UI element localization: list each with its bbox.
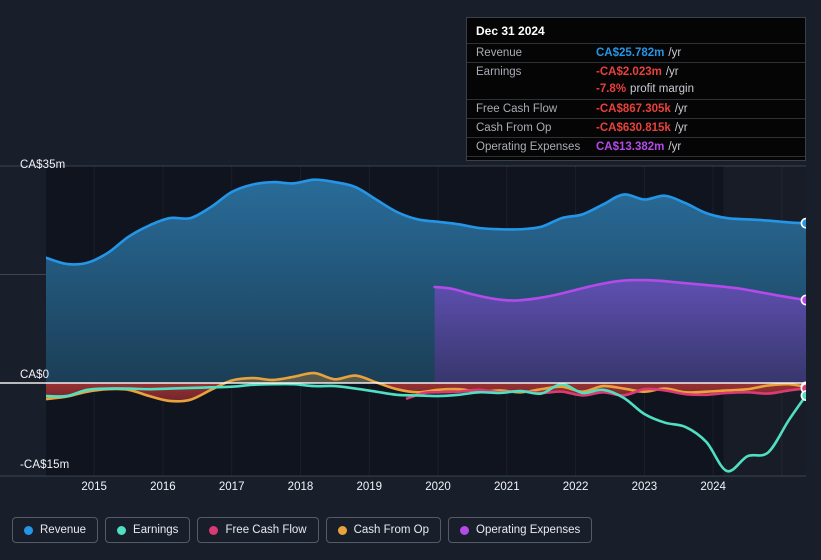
x-axis-tick-2020: 2020	[425, 481, 451, 493]
tooltip-row-unit: /yr	[674, 122, 688, 134]
x-axis-tick-2016: 2016	[150, 481, 176, 493]
x-axis-tick-2023: 2023	[631, 481, 658, 493]
tooltip-row-unit: /yr	[665, 66, 679, 78]
tooltip-row-label: Operating Expenses	[476, 141, 581, 153]
legend-color-dot-icon	[460, 525, 470, 535]
x-axis-tick-2022: 2022	[562, 481, 589, 493]
tooltip-row-unit: /yr	[668, 47, 682, 59]
x-axis-tick-2015: 2015	[81, 481, 107, 493]
tooltip-row-value: CA$13.382m	[596, 141, 665, 153]
legend-item-label: Revenue	[40, 524, 87, 536]
x-axis-tick-2017: 2017	[218, 481, 245, 493]
y-axis-label-zero: CA$0	[20, 369, 50, 381]
legend-item-label: Earnings	[133, 524, 179, 536]
tooltip-row-unit: profit margin	[630, 82, 694, 95]
tooltip-row: Operating Expenses CA$13.382m/yr	[467, 137, 805, 156]
data-tooltip: Dec 31 2024 Revenue CA$25.782m/yr Earnings…	[466, 17, 806, 161]
legend-item-label: Cash From Op	[353, 524, 430, 536]
legend-item-operating-expenses[interactable]: Operating Expenses	[448, 517, 593, 543]
tooltip-date: Dec 31 2024	[476, 24, 545, 38]
legend-color-dot-icon	[209, 525, 219, 535]
legend-item-label: Operating Expenses	[476, 524, 581, 536]
tooltip-row: Earnings -CA$2.023m/yr	[467, 62, 805, 81]
chart-legend[interactable]: Revenue Earnings Free Cash Flow Cash From O…	[12, 517, 593, 543]
tooltip-row: -7.8% profit margin	[467, 81, 805, 99]
legend-item-earnings[interactable]: Earnings	[105, 517, 191, 543]
tooltip-row-label: Revenue	[476, 47, 523, 59]
tooltip-row-value: -CA$2.023m	[596, 66, 662, 78]
tooltip-row-value: -7.8%	[596, 82, 627, 95]
tooltip-row: Cash From Op -CA$630.815k/yr	[467, 118, 805, 137]
financial-chart-widget: CA$35m CA$0 -CA$15m 2015 2016 2017 2018 2019…	[0, 0, 821, 560]
tooltip-row-label: Earnings	[476, 66, 522, 78]
x-axis-tick-2024: 2024	[700, 481, 726, 493]
legend-item-label: Free Cash Flow	[225, 524, 307, 536]
tooltip-row-unit: /yr	[674, 103, 688, 115]
legend-color-dot-icon	[117, 525, 127, 535]
legend-item-revenue[interactable]: Revenue	[12, 517, 99, 543]
tooltip-row-unit: /yr	[668, 141, 682, 153]
tooltip-row-label: Cash From Op	[476, 122, 552, 134]
tooltip-row-value: CA$25.782m	[596, 47, 665, 59]
tooltip-footer-divider	[467, 156, 805, 160]
y-axis-label-bottom: -CA$15m	[20, 459, 70, 471]
x-axis-tick-2019: 2019	[356, 481, 383, 493]
x-axis: 2015 2016 2017 2018 2019 2020 2021 2022 2023 2024	[46, 481, 806, 499]
legend-color-dot-icon	[337, 525, 347, 535]
legend-item-cash-from-op[interactable]: Cash From Op	[325, 517, 442, 543]
x-axis-tick-2018: 2018	[287, 481, 314, 493]
tooltip-row: Free Cash Flow -CA$867.305k/yr	[467, 99, 805, 118]
tooltip-rows: Revenue CA$25.782m/yr Earnings -CA$2.023m/y…	[467, 43, 805, 160]
tooltip-row-value: -CA$867.305k	[596, 103, 671, 115]
legend-item-free-cash-flow[interactable]: Free Cash Flow	[197, 517, 319, 543]
legend-color-dot-icon	[24, 525, 33, 535]
tooltip-row-value: -CA$630.815k	[596, 122, 671, 134]
tooltip-row: Revenue CA$25.782m/yr	[467, 43, 805, 62]
y-axis-label-top: CA$35m	[20, 159, 66, 171]
tooltip-row-label: Free Cash Flow	[476, 103, 558, 115]
x-axis-tick-2021: 2021	[494, 481, 520, 493]
